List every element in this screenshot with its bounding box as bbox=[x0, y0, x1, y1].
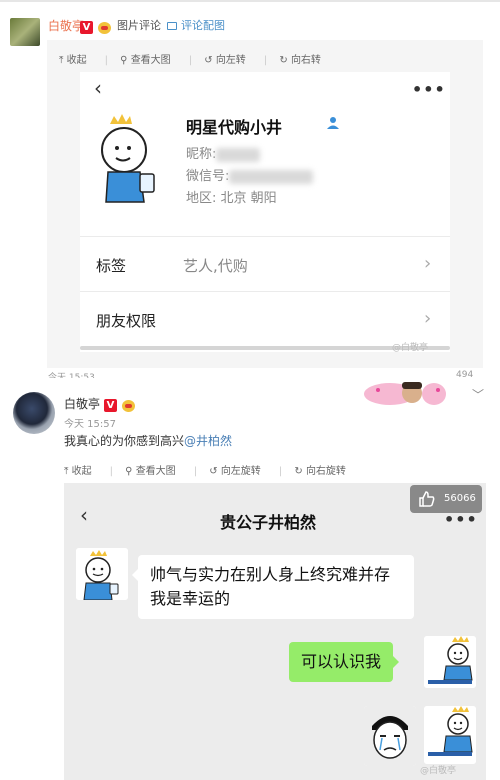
avatar[interactable] bbox=[10, 18, 40, 46]
collapse-button[interactable]: ⤒ 收起 bbox=[64, 466, 101, 477]
rotate-left-button[interactable]: ↺ 向左转 bbox=[204, 55, 255, 66]
comment-type-label: 图片评论 bbox=[117, 19, 161, 32]
image-toolbar: ⤒ 收起 | ⚲ 查看大图 | ↺ 向左旋转 | ↻ 向右旋转 bbox=[64, 462, 364, 477]
comment-image-link-label: 评论配图 bbox=[181, 19, 225, 32]
vip-badge-icon bbox=[98, 21, 112, 34]
decorative-sticker bbox=[364, 382, 446, 405]
comment-time: 今天 15:57 bbox=[64, 419, 116, 430]
collapse-button[interactable]: ⤒ 收起 bbox=[59, 55, 96, 66]
profile-avatar bbox=[96, 110, 168, 206]
chat-title: 贵公子井柏然 bbox=[220, 513, 317, 532]
friend-permission-label: 朋友权限 bbox=[96, 312, 157, 330]
mention-link[interactable]: @井柏然 bbox=[184, 434, 232, 448]
tags-label: 标签 bbox=[96, 257, 127, 275]
wechat-id-row: 微信号: bbox=[186, 165, 314, 184]
badges: V bbox=[80, 17, 112, 36]
person-icon bbox=[327, 117, 339, 129]
comment-section-1: 白敬亭 V 图片评论 评论配图 ⤒ 收起 | ⚲ 查看大图 | ↺ 向左转 | ↻ 向… bbox=[0, 0, 500, 383]
verified-icon: V bbox=[104, 399, 117, 412]
avatar[interactable] bbox=[13, 392, 55, 434]
chevron-right-icon: › bbox=[424, 308, 432, 329]
verified-icon: V bbox=[80, 21, 93, 34]
chevron-right-icon: › bbox=[424, 253, 432, 274]
badges: V bbox=[104, 395, 136, 414]
message-bubble-incoming: 帅气与实力在别人身上终究难并存 我是幸运的 bbox=[132, 555, 414, 619]
chat-avatar-self bbox=[424, 636, 476, 688]
thumbs-up-icon bbox=[419, 491, 435, 507]
watermark: @白敬亭 bbox=[420, 766, 457, 776]
blurred-nickname bbox=[216, 147, 261, 162]
divider bbox=[80, 291, 450, 292]
blurred-wechat-id bbox=[229, 169, 314, 184]
vip-badge-icon bbox=[122, 399, 136, 412]
username-link[interactable]: 白敬亭 bbox=[64, 395, 100, 412]
chat-avatar-self bbox=[424, 706, 476, 764]
like-badge[interactable]: 56066 bbox=[410, 485, 482, 513]
comment-image-link[interactable]: 评论配图 bbox=[167, 17, 225, 33]
chevron-down-icon[interactable]: ﹀ bbox=[472, 386, 484, 403]
rotate-right-button[interactable]: ↻ 向右转 bbox=[279, 55, 330, 66]
divider bbox=[0, 0, 500, 2]
region-row: 地区: 北京 朝阳 bbox=[186, 191, 277, 206]
more-dots-icon: ••• bbox=[412, 80, 446, 99]
nickname-row: 昵称: bbox=[186, 143, 261, 162]
rotate-right-button[interactable]: ↻ 向右旋转 bbox=[294, 466, 355, 477]
profile-name: 明星代购小井 bbox=[186, 118, 283, 137]
divider bbox=[80, 236, 450, 237]
back-chevron-icon: ‹ bbox=[80, 503, 88, 527]
username-link[interactable]: 白敬亭 bbox=[48, 17, 84, 34]
image-toolbar: ⤒ 收起 | ⚲ 查看大图 | ↺ 向左转 | ↻ 向右转 bbox=[59, 51, 339, 66]
view-large-button[interactable]: ⚲ 查看大图 bbox=[120, 55, 180, 66]
comment-text: 我真心的为你感到高兴@井柏然 bbox=[64, 434, 233, 448]
image-icon bbox=[167, 22, 177, 30]
tags-value: 艺人,代购 bbox=[183, 257, 248, 275]
rotate-left-button[interactable]: ↺ 向左旋转 bbox=[209, 466, 270, 477]
crying-face-sticker bbox=[364, 706, 416, 766]
view-large-button[interactable]: ⚲ 查看大图 bbox=[125, 466, 185, 477]
like-count: 56066 bbox=[444, 493, 476, 504]
back-chevron-icon: ‹ bbox=[94, 76, 102, 100]
chat-avatar-other bbox=[76, 548, 128, 600]
comment-section-2: 白敬亭 V 今天 15:57 我真心的为你感到高兴@井柏然 ﹀ bbox=[0, 378, 500, 458]
watermark: @白敬亭 bbox=[392, 343, 429, 353]
message-bubble-outgoing: 可以认识我 bbox=[289, 642, 400, 682]
